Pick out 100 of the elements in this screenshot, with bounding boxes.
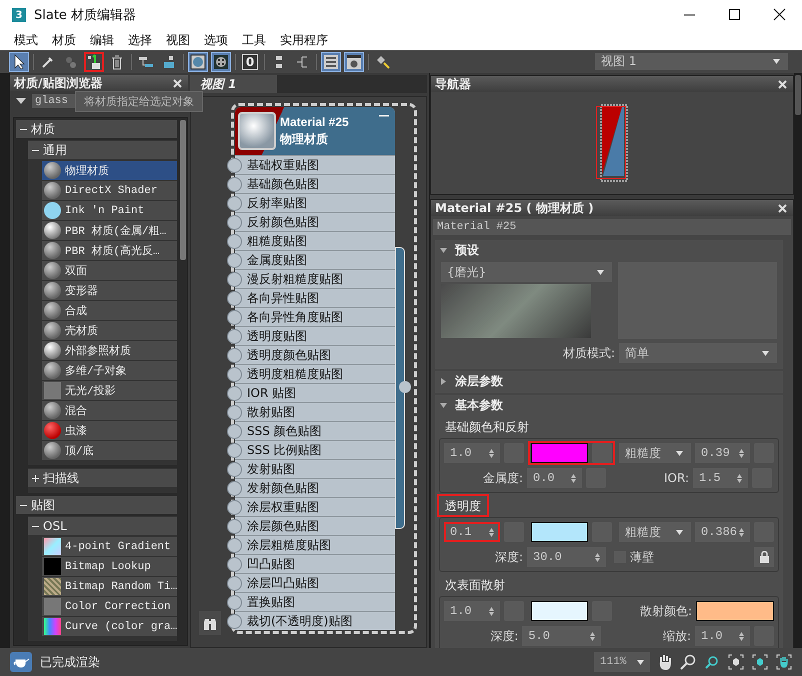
browser-item[interactable]: 顶/底 — [42, 441, 178, 460]
browser-item[interactable]: DirectX Shader — [42, 181, 178, 200]
input-socket[interactable] — [227, 291, 242, 306]
search-field[interactable]: glass — [32, 94, 78, 108]
browser-item[interactable]: 物理材质 — [42, 161, 178, 180]
browser-item[interactable]: 多维/子对象 — [42, 361, 178, 380]
input-socket[interactable] — [227, 557, 242, 572]
view-tab[interactable]: 视图 1 — [190, 75, 277, 93]
menu-item[interactable]: 选项 — [204, 32, 228, 48]
weight-spinner[interactable]: 1.0 — [444, 443, 500, 463]
input-socket[interactable] — [227, 253, 242, 268]
browser-item[interactable]: 混合 — [42, 401, 178, 420]
group-header[interactable]: 材质 — [16, 120, 178, 138]
spinner-arrows-icon[interactable] — [590, 632, 596, 640]
menu-item[interactable]: 选择 — [128, 32, 152, 48]
browser-item[interactable]: 外部参照材质 — [42, 341, 178, 360]
preset-dropdown[interactable]: {磨光} — [441, 262, 612, 282]
binoculars-icon[interactable] — [199, 611, 221, 635]
zoom-dropdown[interactable]: 111% — [594, 652, 650, 672]
spinner-arrows-icon[interactable] — [489, 528, 494, 536]
dropdown-arrow-icon[interactable] — [16, 97, 26, 105]
input-socket[interactable] — [227, 405, 242, 420]
browser-item[interactable]: 壳材质 — [42, 321, 178, 340]
weight-spinner[interactable]: 1.0 — [444, 601, 500, 621]
rollout-header[interactable]: 基本参数 — [435, 395, 783, 415]
input-socket[interactable] — [227, 329, 242, 344]
collapse-icon[interactable] — [379, 115, 389, 119]
browser-item[interactable]: PBR 材质(金属/粗… — [42, 221, 178, 240]
input-socket[interactable] — [227, 538, 242, 553]
toolbar-button[interactable] — [211, 52, 231, 72]
group-header[interactable]: 贴图 — [16, 496, 178, 514]
input-socket[interactable] — [227, 215, 242, 230]
material-name-field[interactable]: Material #25 — [433, 219, 791, 235]
rollout-header[interactable]: 涂层参数 — [435, 371, 783, 391]
navigator-minimap-drawing[interactable] — [596, 104, 628, 182]
roughness-dropdown[interactable]: 粗糙度 — [619, 443, 691, 463]
color-swatch[interactable] — [696, 601, 774, 621]
pan-hand-icon[interactable] — [658, 654, 672, 670]
browser-item[interactable]: 双面 — [42, 261, 178, 280]
toolbar-button[interactable] — [344, 52, 364, 72]
lock-button[interactable] — [754, 547, 774, 567]
input-socket[interactable] — [227, 272, 242, 287]
input-socket[interactable] — [227, 177, 242, 192]
subgroup-header[interactable]: OSL — [28, 517, 178, 535]
output-socket[interactable] — [399, 381, 411, 393]
spinner-arrows-icon[interactable] — [489, 606, 494, 616]
spinner-arrows-icon[interactable] — [489, 448, 494, 458]
input-socket[interactable] — [227, 576, 242, 591]
scale-spinner[interactable]: 1.0 — [695, 626, 750, 646]
ior-spinner[interactable]: 1.5 — [693, 468, 748, 488]
spinner-arrows-icon[interactable] — [739, 528, 744, 536]
menu-item[interactable]: 模式 — [14, 32, 38, 48]
input-socket[interactable] — [227, 310, 242, 325]
expand-toggle-icon[interactable] — [32, 474, 39, 482]
close-icon[interactable] — [173, 78, 182, 88]
browser-item[interactable]: 4-point Gradient — [42, 537, 178, 556]
browser-item[interactable]: Bitmap Random Ti… — [42, 577, 178, 596]
menu-item[interactable]: 视图 — [166, 32, 190, 48]
input-socket[interactable] — [227, 348, 242, 363]
mode-dropdown[interactable]: 简单 — [619, 343, 777, 363]
input-socket[interactable] — [227, 158, 242, 173]
node-header[interactable]: Material #25 物理材质 — [235, 107, 395, 155]
browser-item[interactable]: Bitmap Lookup — [42, 557, 178, 576]
view-dropdown[interactable]: 视图 1 — [595, 53, 788, 70]
spinner-arrows-icon[interactable] — [739, 632, 744, 640]
input-socket[interactable] — [227, 367, 242, 382]
rollout-header[interactable]: 预设 — [435, 240, 783, 260]
frame-all-icon[interactable] — [728, 654, 744, 670]
input-socket[interactable] — [227, 462, 242, 477]
select-hand-icon[interactable] — [776, 654, 792, 670]
browser-item[interactable]: 虫漆 — [42, 421, 178, 440]
input-socket[interactable] — [227, 424, 242, 439]
input-socket[interactable] — [227, 500, 242, 515]
depth-spinner[interactable]: 5.0 — [522, 626, 602, 646]
spinner-arrows-icon[interactable] — [737, 474, 742, 482]
zoom-region-icon[interactable] — [704, 654, 720, 670]
metalness-spinner[interactable]: 0.0 — [527, 468, 582, 488]
input-socket[interactable] — [227, 443, 242, 458]
color-swatch[interactable] — [531, 522, 588, 542]
zoom-icon[interactable] — [680, 654, 696, 670]
menu-item[interactable]: 材质 — [52, 32, 76, 48]
browser-item[interactable]: Ink 'n Paint — [42, 201, 178, 220]
spinner-arrows-icon[interactable] — [595, 552, 600, 562]
input-socket[interactable] — [227, 196, 242, 211]
close-icon[interactable] — [778, 204, 787, 212]
subgroup-header[interactable]: 通用 — [28, 141, 178, 159]
toolbar-button[interactable] — [9, 52, 29, 72]
color-swatch[interactable] — [531, 443, 588, 463]
toolbar-button[interactable] — [84, 52, 104, 72]
menu-item[interactable]: 编辑 — [90, 32, 114, 48]
roughness-spinner[interactable]: 0.386 — [695, 522, 750, 542]
toolbar-button[interactable] — [321, 52, 341, 72]
input-socket[interactable] — [227, 614, 242, 629]
input-socket[interactable] — [227, 234, 242, 249]
input-socket[interactable] — [227, 481, 242, 496]
frame-selected-icon[interactable] — [752, 654, 768, 670]
spinner-arrows-icon[interactable] — [571, 474, 576, 482]
roughness-dropdown[interactable]: 粗糙度 — [619, 522, 691, 542]
browser-item[interactable]: 合成 — [42, 301, 178, 320]
browser-item[interactable]: 变形器 — [42, 281, 178, 300]
